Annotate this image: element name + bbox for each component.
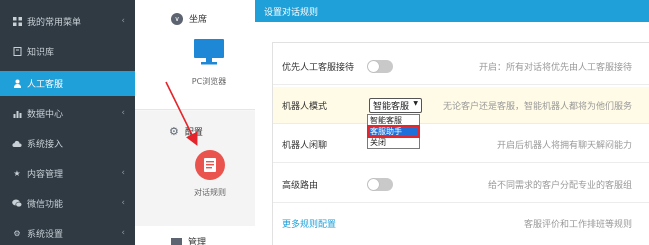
wechat-icon <box>12 199 22 209</box>
advanced-routing-toggle[interactable] <box>367 178 393 191</box>
rules-dialog: 设置对话规则 优先人工客服接待 开启：所有对话将优先由人工客服接待 机器人模式 … <box>255 0 649 245</box>
sidebar-item-label: 系统接入 <box>27 140 64 150</box>
sidebar-item-label: 数据中心 <box>27 110 64 120</box>
sidebar-item-data-center[interactable]: 数据中心 ‹ <box>0 101 135 126</box>
gear-icon: ⚙ <box>169 125 179 138</box>
chevron-down-icon: ∨ <box>171 12 183 25</box>
robot-mode-dropdown: 智能客服 客服助手 关闭 <box>367 114 420 149</box>
sidebar-item-knowledge[interactable]: 知识库 <box>0 39 135 64</box>
dialog-rules-icon[interactable] <box>195 150 225 180</box>
rule-desc: 开启后机器人将拥有聊天解闷能力 <box>496 141 632 151</box>
pc-browser-label: PC浏览器 <box>191 77 227 86</box>
seat-section: ∨ 坐席 PC浏览器 <box>135 0 255 110</box>
priority-human-toggle[interactable] <box>367 60 393 73</box>
section-title: 坐席 <box>189 15 208 25</box>
folder-icon <box>171 237 182 245</box>
seat-section-header[interactable]: ∨ 坐席 <box>171 12 207 25</box>
sidebar-nav: 我的常用菜单 ‹ 知识库 人工客服 数据中心 ‹ 系统接入 ★ 内容管理 ‹ 微… <box>0 0 135 245</box>
chevron-left-icon: ‹ <box>121 108 125 118</box>
robot-mode-select[interactable]: 智能客服 ▼ <box>369 98 422 113</box>
rule-label: 优先人工客服接待 <box>282 63 355 73</box>
rule-desc: 客服评价和工作排班等规则 <box>523 220 632 230</box>
dialog-rules-label[interactable]: 对话规则 <box>180 187 240 198</box>
manage-section-header[interactable]: 管理 <box>171 235 206 245</box>
rule-desc: 给不同需求的客户分配专业的客服组 <box>487 181 632 191</box>
rule-desc: 无论客户还是客服，智能机器人都将为他们服务 <box>442 102 632 112</box>
sidebar-item-label: 系统设置 <box>27 230 64 240</box>
gear-icon: ⚙ <box>13 229 21 238</box>
dialog-title: 设置对话规则 <box>255 0 649 22</box>
sidebar-item-label: 内容管理 <box>27 170 64 180</box>
sidebar-item-favorites[interactable]: 我的常用菜单 ‹ <box>0 9 135 34</box>
sidebar-item-label: 知识库 <box>27 48 55 58</box>
sidebar-item-settings[interactable]: ⚙ 系统设置 ‹ <box>0 221 135 245</box>
chart-icon <box>12 109 22 119</box>
chevron-left-icon: ‹ <box>121 168 125 178</box>
rule-label: 机器人闲聊 <box>282 141 328 151</box>
dropdown-option-selected[interactable]: 客服助手 <box>367 125 420 138</box>
caret-down-icon: ▼ <box>413 100 418 107</box>
config-panel: ∨ 坐席 PC浏览器 ⚙ 配置 对话规则 管理 <box>135 0 255 245</box>
section-title: 配置 <box>184 128 203 138</box>
sidebar-item-system-access[interactable]: 系统接入 <box>0 131 135 156</box>
rule-row-advanced-routing: 高级路由 给不同需求的客户分配专业的客服组 <box>273 166 649 203</box>
star-icon: ★ <box>13 169 21 178</box>
dropdown-option[interactable]: 智能客服 <box>368 115 419 126</box>
cloud-icon <box>12 139 22 149</box>
sidebar-item-label: 人工客服 <box>27 80 64 90</box>
chevron-left-icon: ‹ <box>121 228 125 238</box>
sidebar-item-human-service[interactable]: 人工客服 <box>0 71 135 96</box>
more-rules-link[interactable]: 更多规则配置 <box>282 217 336 230</box>
section-title: 管理 <box>188 238 207 245</box>
rule-desc: 开启：所有对话将优先由人工客服接待 <box>478 63 632 73</box>
rule-label: 高级路由 <box>282 181 319 191</box>
sidebar-item-wechat[interactable]: 微信功能 ‹ <box>0 191 135 216</box>
rule-row-priority-human: 优先人工客服接待 开启：所有对话将优先由人工客服接待 <box>273 48 649 85</box>
chevron-left-icon: ‹ <box>121 16 125 26</box>
config-section-header: ⚙ 配置 <box>169 125 203 138</box>
dropdown-option[interactable]: 关闭 <box>368 137 419 148</box>
sidebar-item-content[interactable]: ★ 内容管理 ‹ <box>0 161 135 186</box>
select-value: 智能客服 <box>373 102 410 112</box>
rule-label: 机器人模式 <box>282 102 328 112</box>
sidebar-item-label: 微信功能 <box>27 200 64 210</box>
grid-icon <box>12 17 22 27</box>
book-icon <box>12 47 22 57</box>
rule-row-more: 更多规则配置 客服评价和工作排班等规则 <box>273 205 649 242</box>
sidebar-item-label: 我的常用菜单 <box>27 18 82 28</box>
monitor-icon[interactable] <box>193 38 225 66</box>
rule-row-robot-mode: 机器人模式 智能客服 ▼ 无论客户还是客服，智能机器人都将为他们服务 <box>273 87 649 124</box>
chevron-left-icon: ‹ <box>121 198 125 208</box>
manage-section: 管理 <box>135 226 255 245</box>
rule-row-robot-chat: 机器人闲聊 开启后机器人将拥有聊天解闷能力 <box>273 126 649 163</box>
user-icon <box>12 79 22 89</box>
rules-table: 优先人工客服接待 开启：所有对话将优先由人工客服接待 机器人模式 智能客服 ▼ … <box>272 42 649 245</box>
